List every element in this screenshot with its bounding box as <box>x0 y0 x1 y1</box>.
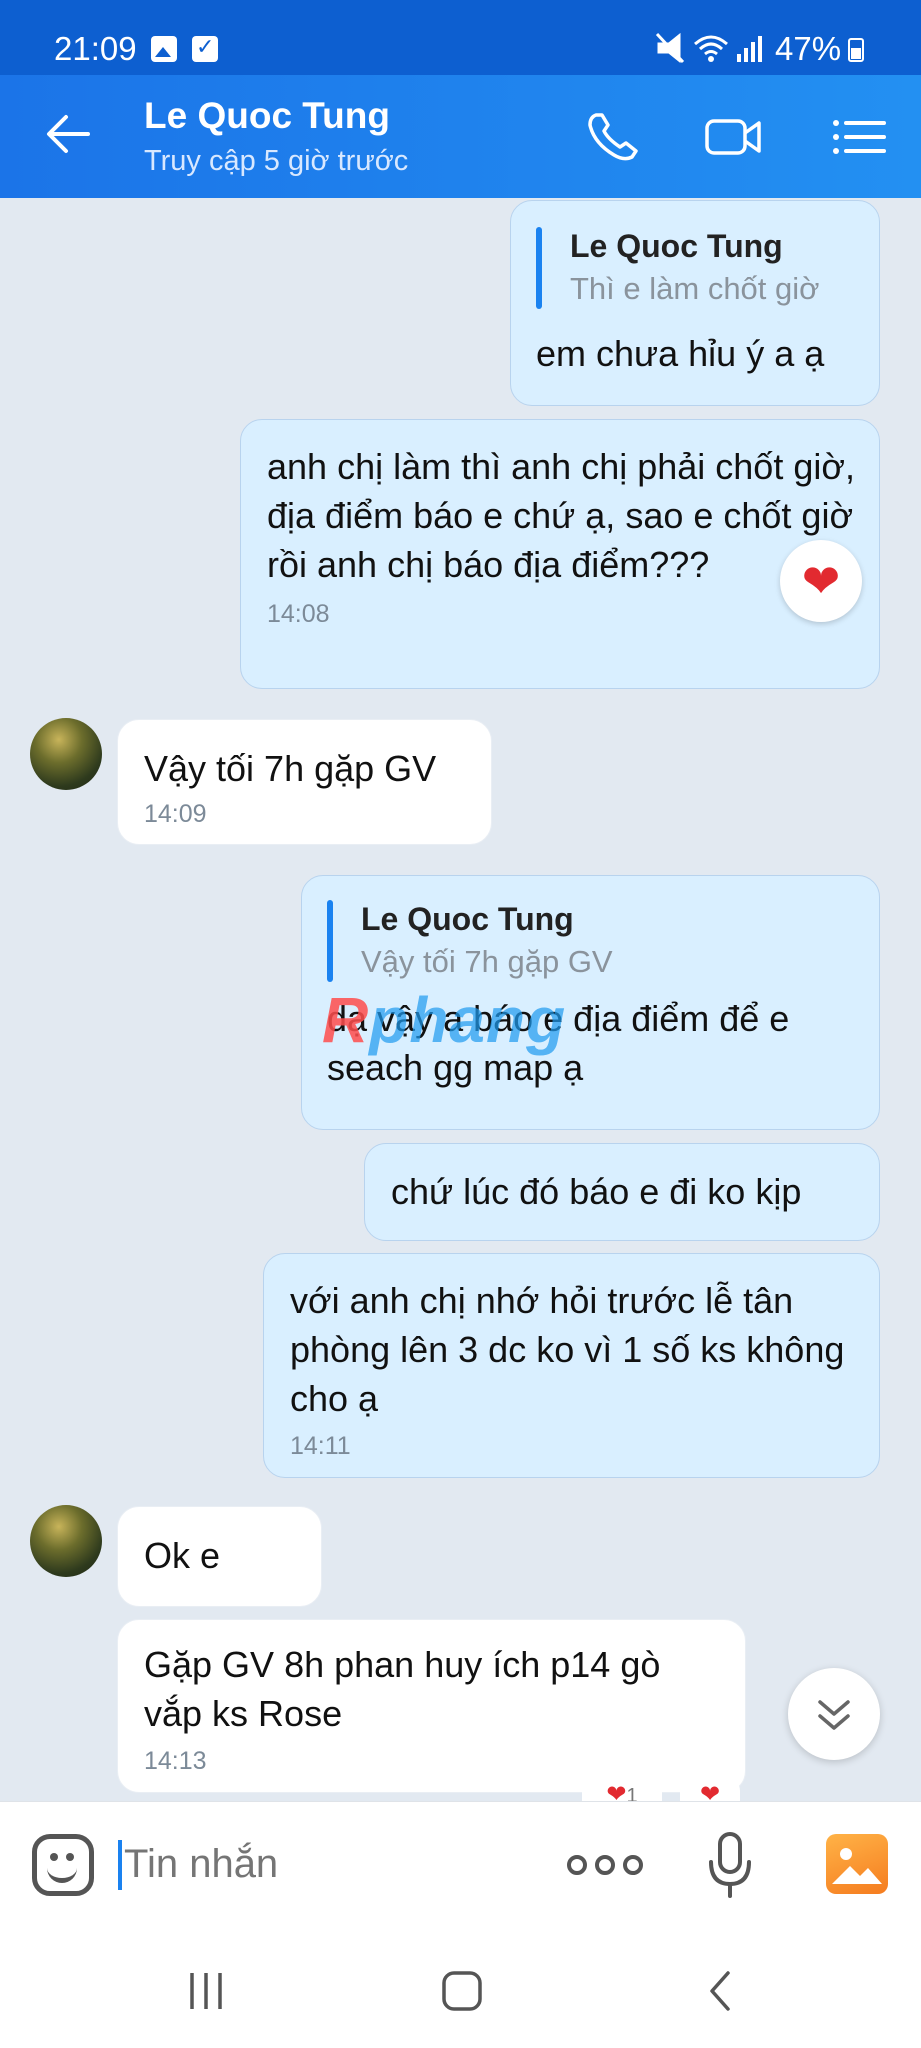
text-cursor <box>118 1840 122 1890</box>
message-bubble[interactable]: chứ lúc đó báo e đi ko kịp <box>364 1143 880 1241</box>
watermark-logo: Rphang <box>322 984 567 1056</box>
message-bubble[interactable]: với anh chị nhớ hỏi trước lễ tân phòng l… <box>263 1253 880 1478</box>
back-arrow-icon[interactable] <box>44 109 94 159</box>
signal-icons <box>655 32 762 64</box>
quote-text: Thì e làm chốt giờ <box>570 271 820 306</box>
message-text: Vậy tối 7h gặp GV <box>144 748 437 789</box>
system-navigation-bar <box>0 1925 921 2048</box>
menu-list-icon[interactable] <box>830 109 890 165</box>
quoted-message[interactable]: Le Quoc Tung Thì e làm chốt giờ <box>536 225 854 311</box>
double-chevron-down-icon <box>818 1700 850 1730</box>
contact-avatar[interactable] <box>30 718 102 790</box>
scroll-to-bottom-button[interactable] <box>788 1668 880 1760</box>
quoted-message[interactable]: Le Quoc Tung Vậy tối 7h gặp GV <box>327 898 854 984</box>
last-seen-status: Truy cập 5 giờ trước <box>144 145 409 177</box>
message-bubble[interactable]: anh chị làm thì anh chị phải chốt giờ, đ… <box>240 419 880 689</box>
quote-text: Vậy tối 7h gặp GV <box>361 944 613 979</box>
message-text: chứ lúc đó báo e đi ko kịp <box>391 1171 802 1212</box>
image-gallery-icon[interactable] <box>826 1834 888 1894</box>
contact-avatar[interactable] <box>30 1505 102 1577</box>
message-text: em chưa hỉu ý a ạ <box>536 333 825 374</box>
more-options-icon[interactable] <box>565 1854 645 1876</box>
message-text: Gặp GV 8h phan huy ích p14 gò vắp ks Ros… <box>144 1644 661 1734</box>
message-bubble[interactable]: Le Quoc Tung Thì e làm chốt giờ em chưa … <box>510 200 880 406</box>
battery-percent: 47% <box>775 30 842 67</box>
phone-call-icon[interactable] <box>584 109 644 165</box>
heart-reaction-icon[interactable]: ❤ <box>780 540 862 622</box>
message-text: Ok e <box>144 1535 221 1576</box>
message-text: với anh chị nhớ hỏi trước lễ tân phòng l… <box>290 1280 845 1419</box>
back-icon[interactable] <box>700 1969 744 2013</box>
gallery-notification-icon <box>151 36 177 62</box>
status-bar: 21:09 47% <box>0 0 921 75</box>
contact-name[interactable]: Le Quoc Tung <box>144 95 390 137</box>
task-notification-icon <box>192 34 218 62</box>
status-time: 21:09 <box>54 30 137 67</box>
message-time: 14:08 <box>267 600 330 628</box>
video-call-icon[interactable] <box>703 109 763 165</box>
chat-header: Le Quoc Tung Truy cập 5 giờ trước <box>0 75 921 198</box>
message-time: 14:13 <box>144 1747 207 1775</box>
battery-icon <box>848 38 864 62</box>
message-bubble[interactable]: Gặp GV 8h phan huy ích p14 gò vắp ks Ros… <box>117 1619 746 1793</box>
microphone-icon[interactable] <box>708 1832 752 1898</box>
recent-apps-icon[interactable] <box>184 1969 228 2013</box>
quote-author: Le Quoc Tung <box>361 901 574 937</box>
home-icon[interactable] <box>440 1969 484 2013</box>
emoji-sticker-icon[interactable] <box>32 1834 94 1896</box>
message-bubble[interactable]: Vậy tối 7h gặp GV 14:09 <box>117 719 492 845</box>
message-text: anh chị làm thì anh chị phải chốt giờ, đ… <box>267 446 855 585</box>
message-input[interactable] <box>124 1842 524 1887</box>
quote-author: Le Quoc Tung <box>570 228 783 264</box>
message-composer <box>0 1801 921 1925</box>
message-time: 14:11 <box>290 1432 351 1460</box>
message-bubble[interactable]: Ok e <box>117 1506 322 1607</box>
message-time: 14:09 <box>144 800 207 828</box>
